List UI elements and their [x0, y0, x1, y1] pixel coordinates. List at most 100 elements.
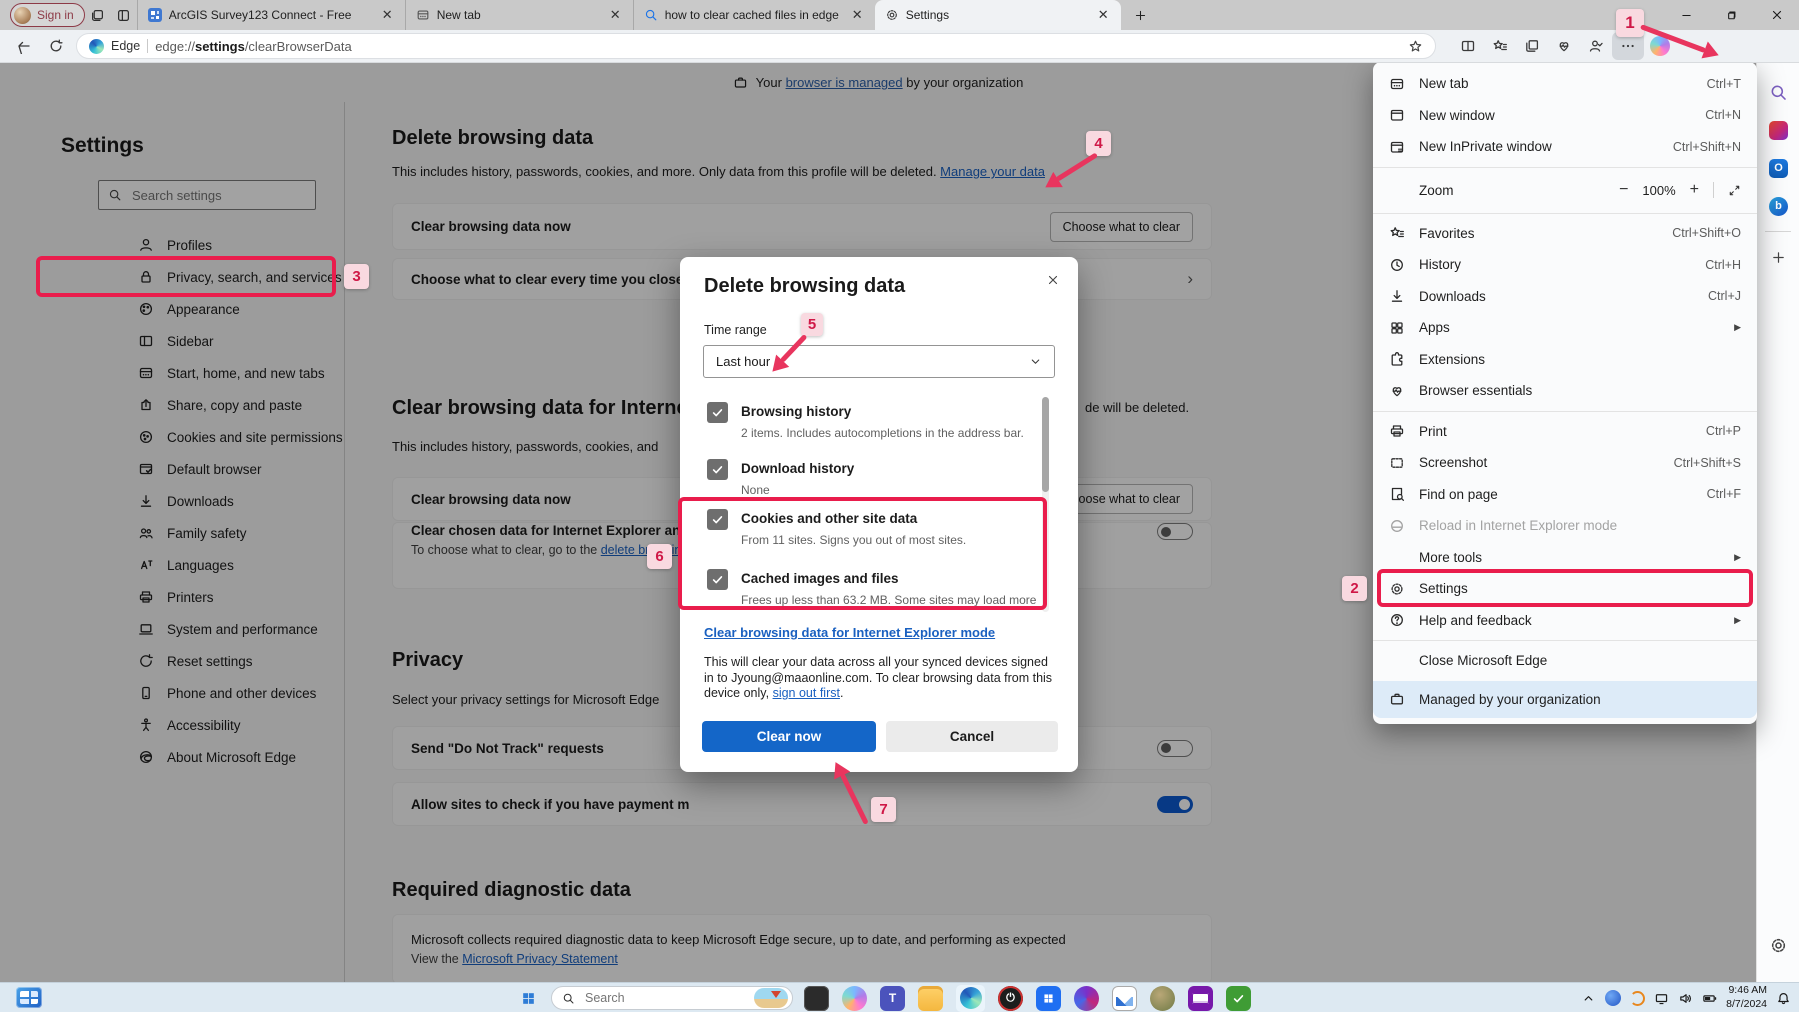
- taskbar-app-photos[interactable]: [1112, 986, 1137, 1011]
- rail-search-button[interactable]: [1757, 73, 1799, 111]
- taskbar-search-input[interactable]: [583, 990, 737, 1006]
- privacy-statement-link[interactable]: Microsoft Privacy Statement: [462, 952, 618, 966]
- menu-item-help[interactable]: Help and feedback▶: [1373, 605, 1757, 637]
- tray-sync-icon[interactable]: [1630, 991, 1645, 1006]
- tab-close-icon[interactable]: ✕: [380, 7, 395, 23]
- sidebar-item-system[interactable]: System and performance: [0, 613, 344, 645]
- sidebar-item-reset[interactable]: Reset settings: [0, 645, 344, 677]
- tab-settings[interactable]: Settings ✕: [875, 0, 1121, 30]
- tab-close-icon[interactable]: ✕: [850, 7, 865, 23]
- tray-notification-bell-icon[interactable]: [1776, 991, 1791, 1006]
- sidebar-item-family[interactable]: Family safety: [0, 517, 344, 549]
- sidebar-item-default-browser[interactable]: Default browser: [0, 453, 344, 485]
- do-not-track-toggle[interactable]: [1157, 740, 1193, 757]
- menu-item-downloads[interactable]: DownloadsCtrl+J: [1373, 281, 1757, 313]
- menu-item-browser-essentials[interactable]: Browser essentials: [1373, 375, 1757, 407]
- split-screen-button[interactable]: [1452, 32, 1484, 60]
- taskbar-app-power[interactable]: ⏻: [998, 986, 1023, 1011]
- favorite-star-icon[interactable]: [1408, 39, 1423, 54]
- tab-newtab[interactable]: New tab ✕: [405, 0, 633, 30]
- address-bar[interactable]: Edge edge://settings/clearBrowserData: [76, 33, 1436, 59]
- profile-sync-button[interactable]: [1580, 32, 1612, 60]
- close-window-button[interactable]: [1754, 0, 1799, 30]
- menu-item-managed[interactable]: Managed by your organization: [1373, 681, 1757, 718]
- menu-item-screenshot[interactable]: ScreenshotCtrl+Shift+S: [1373, 447, 1757, 479]
- tray-teams-icon[interactable]: [1605, 990, 1621, 1006]
- taskbar-search-box[interactable]: [551, 986, 793, 1010]
- fullscreen-icon[interactable]: [1728, 184, 1741, 197]
- start-button[interactable]: [516, 986, 540, 1010]
- minimize-button[interactable]: [1664, 0, 1709, 30]
- workspaces-button[interactable]: [85, 3, 111, 27]
- menu-item-new-window[interactable]: New windowCtrl+N: [1373, 100, 1757, 132]
- sidebar-item-phone[interactable]: Phone and other devices: [0, 677, 344, 709]
- tray-expand-icon[interactable]: [1581, 991, 1596, 1006]
- favorites-button[interactable]: [1484, 32, 1516, 60]
- ie-clear-toggle[interactable]: [1157, 523, 1193, 540]
- tab-actions-button[interactable]: [111, 3, 137, 27]
- settings-search-box[interactable]: [98, 180, 316, 210]
- choose-what-to-clear-button[interactable]: Choose what to clear: [1050, 212, 1193, 242]
- sign-out-first-link[interactable]: sign out first: [773, 686, 840, 700]
- manage-your-data-link[interactable]: Manage your data: [940, 164, 1045, 179]
- managed-banner-link[interactable]: browser is managed: [786, 75, 903, 90]
- search-highlight-image[interactable]: [754, 988, 788, 1008]
- menu-item-find[interactable]: Find on pageCtrl+F: [1373, 479, 1757, 511]
- zoom-out-button[interactable]: −: [1619, 181, 1628, 199]
- taskbar-app-turtle[interactable]: [1150, 986, 1175, 1011]
- menu-item-close-edge[interactable]: Close Microsoft Edge: [1373, 645, 1757, 677]
- tray-display-icon[interactable]: [1654, 991, 1669, 1006]
- back-button[interactable]: [8, 32, 40, 60]
- taskbar-app-antivirus[interactable]: [1226, 986, 1251, 1011]
- refresh-button[interactable]: [40, 32, 72, 60]
- sidebar-item-cookies[interactable]: Cookies and site permissions: [0, 421, 344, 453]
- download-history-checkbox[interactable]: [707, 459, 728, 480]
- taskbar-app-m365[interactable]: [1074, 986, 1099, 1011]
- tab-search[interactable]: how to clear cached files in edge ✕: [633, 0, 875, 30]
- taskbar-app-teams[interactable]: T: [880, 986, 905, 1011]
- cancel-button[interactable]: Cancel: [886, 721, 1058, 752]
- rail-add-button[interactable]: [1757, 238, 1799, 276]
- widgets-button[interactable]: [16, 987, 42, 1008]
- url-text[interactable]: edge://settings/clearBrowserData: [155, 39, 352, 54]
- sidebar-item-start-home[interactable]: Start, home, and new tabs: [0, 357, 344, 389]
- clear-now-button[interactable]: Clear now: [702, 721, 876, 752]
- menu-item-favorites[interactable]: FavoritesCtrl+Shift+O: [1373, 218, 1757, 250]
- ie-mode-clear-link[interactable]: Clear browsing data for Internet Explore…: [704, 625, 995, 640]
- tab-close-icon[interactable]: ✕: [608, 7, 623, 23]
- dialog-close-button[interactable]: [1042, 269, 1064, 291]
- zoom-in-button[interactable]: +: [1690, 181, 1699, 199]
- tab-close-icon[interactable]: ✕: [1096, 7, 1111, 23]
- taskbar-app-keyboard[interactable]: [1188, 986, 1213, 1011]
- sidebar-item-sidebar[interactable]: Sidebar: [0, 325, 344, 357]
- rail-m365-button[interactable]: [1757, 111, 1799, 149]
- time-range-select[interactable]: Last hour: [703, 345, 1055, 378]
- delete-browsing-link[interactable]: delete browsing: [601, 543, 689, 557]
- settings-search-input[interactable]: [130, 187, 294, 204]
- tray-battery-icon[interactable]: [1702, 991, 1717, 1006]
- tray-volume-icon[interactable]: [1678, 991, 1693, 1006]
- payment-methods-toggle[interactable]: [1157, 796, 1193, 813]
- browser-essentials-button[interactable]: [1548, 32, 1580, 60]
- sidebar-item-downloads[interactable]: Downloads: [0, 485, 344, 517]
- restore-button[interactable]: [1709, 0, 1754, 30]
- browsing-history-checkbox[interactable]: [707, 402, 728, 423]
- signin-button[interactable]: Sign in: [10, 3, 85, 27]
- new-tab-button[interactable]: [1129, 3, 1153, 27]
- rail-settings-button[interactable]: [1757, 926, 1799, 964]
- menu-item-inprivate[interactable]: New InPrivate windowCtrl+Shift+N: [1373, 131, 1757, 163]
- menu-item-apps[interactable]: Apps▶: [1373, 312, 1757, 344]
- menu-item-extensions[interactable]: Extensions: [1373, 344, 1757, 376]
- sidebar-item-share[interactable]: Share, copy and paste: [0, 389, 344, 421]
- rail-bing-button[interactable]: b: [1757, 187, 1799, 225]
- menu-item-history[interactable]: HistoryCtrl+H: [1373, 249, 1757, 281]
- sidebar-item-about[interactable]: About Microsoft Edge: [0, 741, 344, 773]
- scrollbar-thumb[interactable]: [1042, 397, 1049, 492]
- taskbar-app-file-explorer[interactable]: [918, 986, 943, 1011]
- sidebar-item-appearance[interactable]: Appearance: [0, 293, 344, 325]
- tab-arcgis[interactable]: ArcGIS Survey123 Connect - Free ✕: [137, 0, 405, 30]
- sidebar-item-printers[interactable]: Printers: [0, 581, 344, 613]
- collections-button[interactable]: [1516, 32, 1548, 60]
- taskbar-app-store[interactable]: [1036, 986, 1061, 1011]
- sidebar-item-languages[interactable]: Languages: [0, 549, 344, 581]
